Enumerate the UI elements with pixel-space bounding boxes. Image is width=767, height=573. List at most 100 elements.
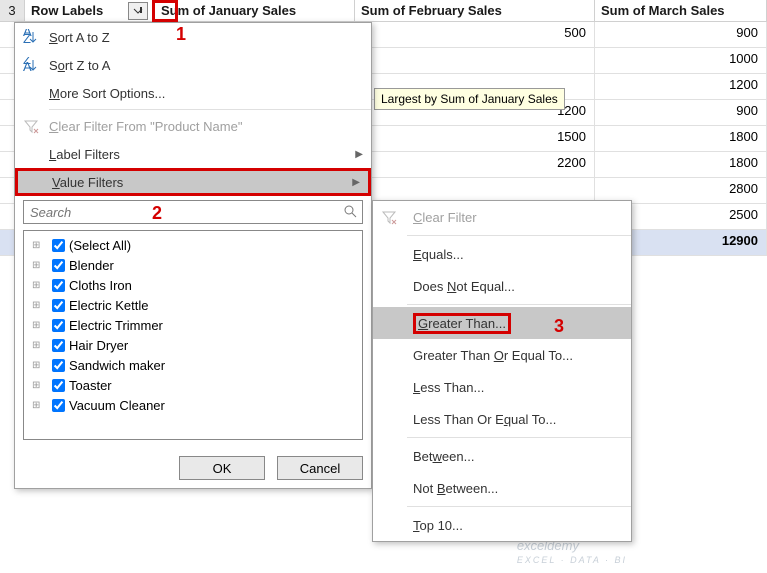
svg-text:A: A (23, 59, 32, 73)
row-labels-text: Row Labels (31, 3, 103, 18)
cancel-button[interactable]: Cancel (277, 456, 363, 480)
filter-checkbox[interactable] (52, 299, 65, 312)
annotation-3: 3 (554, 316, 564, 337)
value-filters-item[interactable]: Value Filters ▶ (15, 168, 371, 196)
list-item[interactable]: ⊞ Blender (28, 255, 358, 275)
annotation-1: 1 (176, 24, 186, 45)
tree-connector-icon: ⊞ (32, 260, 52, 271)
filter-item-label: Electric Trimmer (69, 318, 163, 333)
menu-separator (407, 437, 631, 438)
sub-equals[interactable]: Equals... (373, 238, 631, 270)
list-item[interactable]: ⊞ Cloths Iron (28, 275, 358, 295)
sub-less-than[interactable]: Less Than... (373, 371, 631, 403)
feb-cell[interactable]: 1500 (355, 126, 595, 151)
more-sort-item[interactable]: More Sort Options... (15, 79, 371, 107)
feb-cell[interactable] (355, 48, 595, 73)
sub-clear-filter: Clear Filter (373, 201, 631, 233)
clear-filter-label: Clear Filter From "Product Name" (49, 119, 242, 134)
value-filters-submenu: Clear Filter Equals... Does Not Equal...… (372, 200, 632, 542)
filter-item-label: Electric Kettle (69, 298, 148, 313)
sort-desc-label: Sort Z to A (49, 58, 110, 73)
submenu-arrow-icon: ▶ (352, 177, 360, 188)
sub-between[interactable]: Between... (373, 440, 631, 472)
tree-connector-icon: ⊞ (32, 300, 52, 311)
sub-less-equal[interactable]: Less Than Or Equal To... (373, 403, 631, 435)
list-item[interactable]: ⊞Vacuum Cleaner (28, 395, 358, 415)
tree-connector-icon: ⊞ (32, 380, 52, 391)
svg-text:Z: Z (23, 31, 31, 45)
tree-connector-icon: ⊞ (32, 360, 52, 371)
column-header-row: 3 Row Labels Sum of January Sales Sum of… (0, 0, 767, 22)
filter-item-label: Toaster (69, 378, 112, 393)
filter-item-label: Cloths Iron (69, 278, 132, 293)
filter-dropdown-button[interactable] (128, 2, 148, 20)
row-labels-header[interactable]: Row Labels (25, 0, 155, 21)
clear-filter-item: Clear Filter From "Product Name" (15, 112, 371, 140)
clear-filter-icon (379, 207, 399, 227)
ok-button[interactable]: OK (179, 456, 265, 480)
sub-not-equal[interactable]: Does Not Equal... (373, 270, 631, 302)
tree-connector-icon: ⊞ (32, 280, 52, 291)
dropdown-arrow-icon (133, 6, 143, 16)
mar-cell[interactable]: 1000 (595, 48, 767, 73)
mar-cell[interactable]: 1800 (595, 126, 767, 151)
list-item[interactable]: ⊞ Electric Trimmer (28, 315, 358, 335)
tree-connector-icon: ⊞ (32, 400, 52, 411)
sort-desc-item[interactable]: ZA Sort Z to A (15, 51, 371, 79)
filter-checkbox[interactable] (52, 339, 65, 352)
filter-checkbox[interactable] (52, 399, 65, 412)
label-filters-item[interactable]: Label Filters ▶ (15, 140, 371, 168)
submenu-arrow-icon: ▶ (355, 149, 363, 160)
filter-item-label: Blender (69, 258, 114, 273)
menu-separator (49, 109, 371, 110)
sort-asc-label: Sort A to Z (49, 30, 110, 45)
list-item[interactable]: ⊞ Sandwich maker (28, 355, 358, 375)
sort-filter-menu: AZ Sort A to Z ZA Sort Z to A More Sort … (14, 22, 372, 489)
tree-connector-icon: ⊞ (32, 320, 52, 331)
sub-clear-label: Clear Filter (413, 210, 477, 225)
button-row: OK Cancel (15, 448, 371, 488)
menu-separator (407, 235, 631, 236)
filter-item-label: Sandwich maker (69, 358, 165, 373)
tree-connector-icon: ⊞ (32, 340, 52, 351)
filter-checkbox[interactable] (52, 359, 65, 372)
feb-cell[interactable]: 2200 (355, 152, 595, 177)
greater-than-highlight: Greater Than... (413, 313, 511, 334)
annotation-2: 2 (152, 203, 162, 224)
filter-checkbox[interactable] (52, 319, 65, 332)
sort-asc-item[interactable]: AZ Sort A to Z (15, 23, 371, 51)
sub-top10[interactable]: Top 10... (373, 509, 631, 541)
mar-cell[interactable]: 900 (595, 22, 767, 47)
filter-checkbox[interactable] (52, 259, 65, 272)
mar-cell[interactable]: 1800 (595, 152, 767, 177)
filter-checkbox[interactable] (52, 379, 65, 392)
sub-not-between[interactable]: Not Between... (373, 472, 631, 504)
label-filters-label: Label Filters (49, 147, 120, 162)
feb-sales-header[interactable]: Sum of February Sales (355, 0, 595, 21)
mar-cell[interactable]: 1200 (595, 74, 767, 99)
mar-sales-header[interactable]: Sum of March Sales (595, 0, 767, 21)
row-number-header: 3 (0, 0, 25, 21)
sort-desc-icon: ZA (21, 55, 41, 75)
mar-cell[interactable]: 900 (595, 100, 767, 125)
tree-connector-icon: ⊞ (32, 240, 52, 251)
annotation-box-1 (152, 0, 178, 22)
search-input[interactable] (23, 200, 363, 224)
menu-separator (407, 506, 631, 507)
sort-asc-icon: AZ (21, 27, 41, 47)
list-item[interactable]: ⊞Hair Dryer (28, 335, 358, 355)
feb-cell[interactable]: 500 (355, 22, 595, 47)
filter-checkbox[interactable] (52, 279, 65, 292)
list-item[interactable]: ⊞ Electric Kettle (28, 295, 358, 315)
search-wrap (15, 196, 371, 228)
list-item[interactable]: ⊞ (Select All) (28, 235, 358, 255)
filter-checkbox[interactable] (52, 239, 65, 252)
list-item[interactable]: ⊞ Toaster (28, 375, 358, 395)
tooltip-largest: Largest by Sum of January Sales (374, 88, 565, 110)
value-filters-label: Value Filters (52, 175, 123, 190)
sub-greater-equal[interactable]: Greater Than Or Equal To... (373, 339, 631, 371)
filter-checklist[interactable]: ⊞ (Select All) ⊞ Blender ⊞ Cloths Iron ⊞ Electr… (23, 230, 363, 440)
jan-sales-header[interactable]: Sum of January Sales (155, 0, 355, 21)
sub-greater-than[interactable]: Greater Than... (373, 307, 631, 339)
filter-item-label: (Select All) (69, 238, 131, 253)
